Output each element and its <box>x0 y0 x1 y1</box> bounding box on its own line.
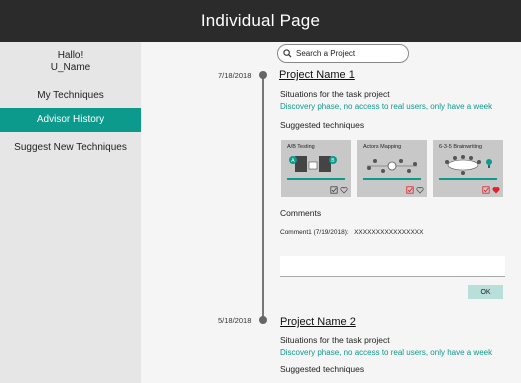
checkbox-icon[interactable] <box>330 186 338 194</box>
comment-author: Comment1 <box>280 229 312 236</box>
situations-label: Situations for the task project <box>280 335 390 345</box>
checkbox-checked-icon[interactable] <box>406 186 414 194</box>
suggested-techniques-label: Suggested techniques <box>280 364 365 374</box>
sidebar-item-my-techniques[interactable]: My Techniques <box>0 84 141 108</box>
technique-card[interactable]: Actors Mapping <box>357 140 427 197</box>
technique-underline <box>287 178 345 180</box>
greeting-text: Hallo! <box>57 50 84 61</box>
checkbox-checked-icon[interactable] <box>482 186 490 194</box>
main-content: 7/18/2018 Project Name 1 Situations for … <box>141 42 521 383</box>
sidebar-item-suggest-new-techniques[interactable]: Suggest New Techniques <box>0 136 141 160</box>
project-title[interactable]: Project Name 2 <box>280 316 356 328</box>
technique-name: 6-3-5 Brainwriting <box>439 144 483 150</box>
technique-name: A/B Testing <box>287 144 315 150</box>
project-date: 7/18/2018 <box>218 71 252 80</box>
heart-filled-icon[interactable] <box>492 186 500 194</box>
comments-label: Comments <box>280 208 322 218</box>
technique-name: Actors Mapping <box>363 144 402 150</box>
search-bar[interactable] <box>277 44 409 63</box>
comment-input[interactable] <box>280 256 505 277</box>
search-input[interactable] <box>296 49 406 58</box>
comment-text: XXXXXXXXXXXXXXXX <box>354 229 424 236</box>
sidebar-item-advisor-history[interactable]: Advisor History <box>0 108 141 132</box>
user-greeting: Hallo! U_Name <box>0 50 141 74</box>
technique-underline <box>439 178 497 180</box>
brainwriting-illustration-icon <box>445 155 492 175</box>
situations-note: Discovery phase, no access to real users… <box>280 102 493 111</box>
timeline-line <box>262 74 264 320</box>
project-date: 5/18/2018 <box>218 316 252 325</box>
page-title: Individual Page <box>200 11 321 30</box>
ab-testing-illustration-icon: A B <box>289 156 337 172</box>
suggested-techniques-label: Suggested techniques <box>280 120 365 130</box>
situations-note: Discovery phase, no access to real users… <box>280 348 493 357</box>
username: U_Name <box>50 62 91 73</box>
comment-entry: Comment1 (7/19/2018): XXXXXXXXXXXXXXXX <box>280 229 423 236</box>
comment-date: (7/19/2018): <box>313 229 349 236</box>
timeline-dot <box>259 71 267 79</box>
technique-card[interactable]: A/B Testing A B <box>281 140 351 197</box>
actors-mapping-illustration-icon <box>367 159 417 173</box>
project-title[interactable]: Project Name 1 <box>279 69 355 81</box>
search-icon <box>283 49 292 58</box>
technique-card[interactable]: 6-3-5 Brainwriting <box>433 140 503 197</box>
heart-icon[interactable] <box>340 186 348 194</box>
app-header: Individual Page <box>0 0 521 42</box>
ok-button[interactable]: OK <box>468 285 503 299</box>
situations-label: Situations for the task project <box>280 89 390 99</box>
sidebar: Hallo! U_Name My Techniques Advisor Hist… <box>0 42 141 383</box>
heart-icon[interactable] <box>416 186 424 194</box>
technique-underline <box>363 178 421 180</box>
timeline-dot <box>259 316 267 324</box>
